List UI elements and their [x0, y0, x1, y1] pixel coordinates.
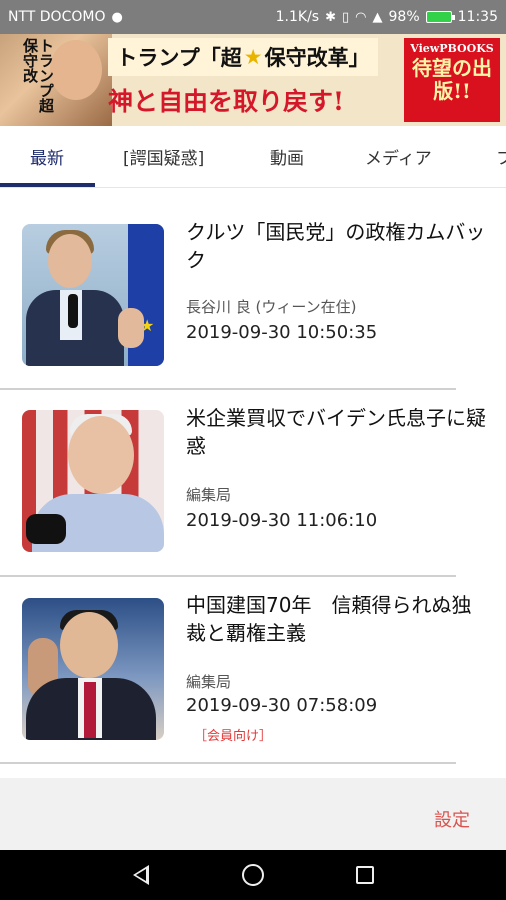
system-nav-bar	[0, 850, 506, 900]
footer-bar: 設定	[0, 778, 506, 850]
star-icon: ★	[243, 45, 263, 69]
status-right: 1.1K/s ✱ ▯ ◠ ▲ 98% 11:35	[276, 9, 498, 25]
battery-icon	[425, 11, 455, 23]
list-item[interactable]: 米企業買収でバイデン氏息子に疑惑 編集局 2019-09-30 11:06:10	[0, 376, 506, 564]
tab-video[interactable]: 動画	[270, 126, 304, 186]
status-left: NTT DOCOMO ●	[8, 9, 123, 25]
carrier-label: NTT DOCOMO	[8, 9, 106, 25]
clock: 11:35	[457, 9, 498, 25]
banner-publisher-box: ViewPBOOKS 待望の出版!!	[404, 38, 500, 122]
publisher-text: 待望の出版!!	[412, 56, 492, 103]
article-list: ★ クルツ「国民党」の政権カムバック 長谷川 良 (ウィーン在住) 2019-0…	[0, 188, 506, 778]
article-author: 長谷川 良 (ウィーン在住)	[186, 298, 357, 316]
status-bar: NTT DOCOMO ● 1.1K/s ✱ ▯ ◠ ▲ 98% 11:35	[0, 0, 506, 34]
publisher-logo: ViewPBOOKS	[410, 42, 494, 55]
article-author: 編集局	[186, 486, 232, 504]
article-date: 2019-09-30 11:06:10	[186, 510, 378, 531]
article-date: 2019-09-30 10:50:35	[186, 322, 378, 343]
tab-latest[interactable]: 最新	[30, 126, 64, 186]
banner-title-left: トランプ「超	[116, 46, 242, 70]
article-thumbnail: ★	[22, 224, 164, 366]
message-icon: ●	[111, 9, 123, 25]
tab-media[interactable]: メディア	[365, 126, 432, 186]
wifi-icon: ◠	[355, 9, 367, 25]
article-thumbnail	[22, 598, 164, 740]
tab-suspicion[interactable]: [諤国疑惑]	[123, 126, 204, 186]
divider	[0, 762, 456, 764]
article-title: 米企業買収でバイデン氏息子に疑惑	[186, 406, 486, 458]
back-button[interactable]	[116, 850, 166, 900]
members-only-badge: ［会員向け］	[194, 729, 273, 744]
banner-ad[interactable]: トランプ超保守改 トランプ「超 ★ 保守改革」 神と自由を取り戻す! ViewP…	[0, 34, 506, 126]
article-thumbnail	[22, 410, 164, 552]
article-date: 2019-09-30 07:58:09	[186, 695, 378, 716]
list-item[interactable]: ★ クルツ「国民党」の政権カムバック 長谷川 良 (ウィーン在住) 2019-0…	[0, 188, 506, 376]
vibrate-icon: ▯	[342, 9, 350, 25]
battery-percent: 98%	[388, 9, 420, 25]
tab-next[interactable]: フ	[496, 126, 506, 186]
banner-vertical-text: トランプ超保守改	[21, 38, 55, 113]
article-title: 中国建国70年 信頼得られぬ独裁と覇権主義	[186, 593, 472, 645]
category-tabs: 最新 [諤国疑惑] 動画 メディア フ	[0, 126, 506, 188]
back-icon	[133, 865, 149, 885]
home-icon	[242, 864, 264, 886]
settings-button[interactable]: 設定	[434, 806, 470, 832]
banner-subtitle: 神と自由を取り戻す!	[108, 87, 344, 116]
banner-face-image	[50, 40, 102, 100]
banner-title: トランプ「超 ★ 保守改革」	[108, 38, 378, 76]
tab-indicator	[0, 183, 95, 187]
bluetooth-icon: ✱	[325, 9, 337, 25]
recents-button[interactable]	[340, 850, 390, 900]
article-author: 編集局	[186, 673, 232, 691]
recents-icon	[356, 866, 374, 884]
banner-title-right: 保守改革」	[264, 46, 370, 70]
network-speed: 1.1K/s	[275, 9, 320, 25]
home-button[interactable]	[228, 850, 278, 900]
article-title: クルツ「国民党」の政権カムバック	[186, 220, 486, 272]
signal-icon: ▲	[372, 9, 383, 25]
list-item[interactable]: 中国建国70年 信頼得られぬ独裁と覇権主義 編集局 2019-09-30 07:…	[0, 563, 506, 751]
